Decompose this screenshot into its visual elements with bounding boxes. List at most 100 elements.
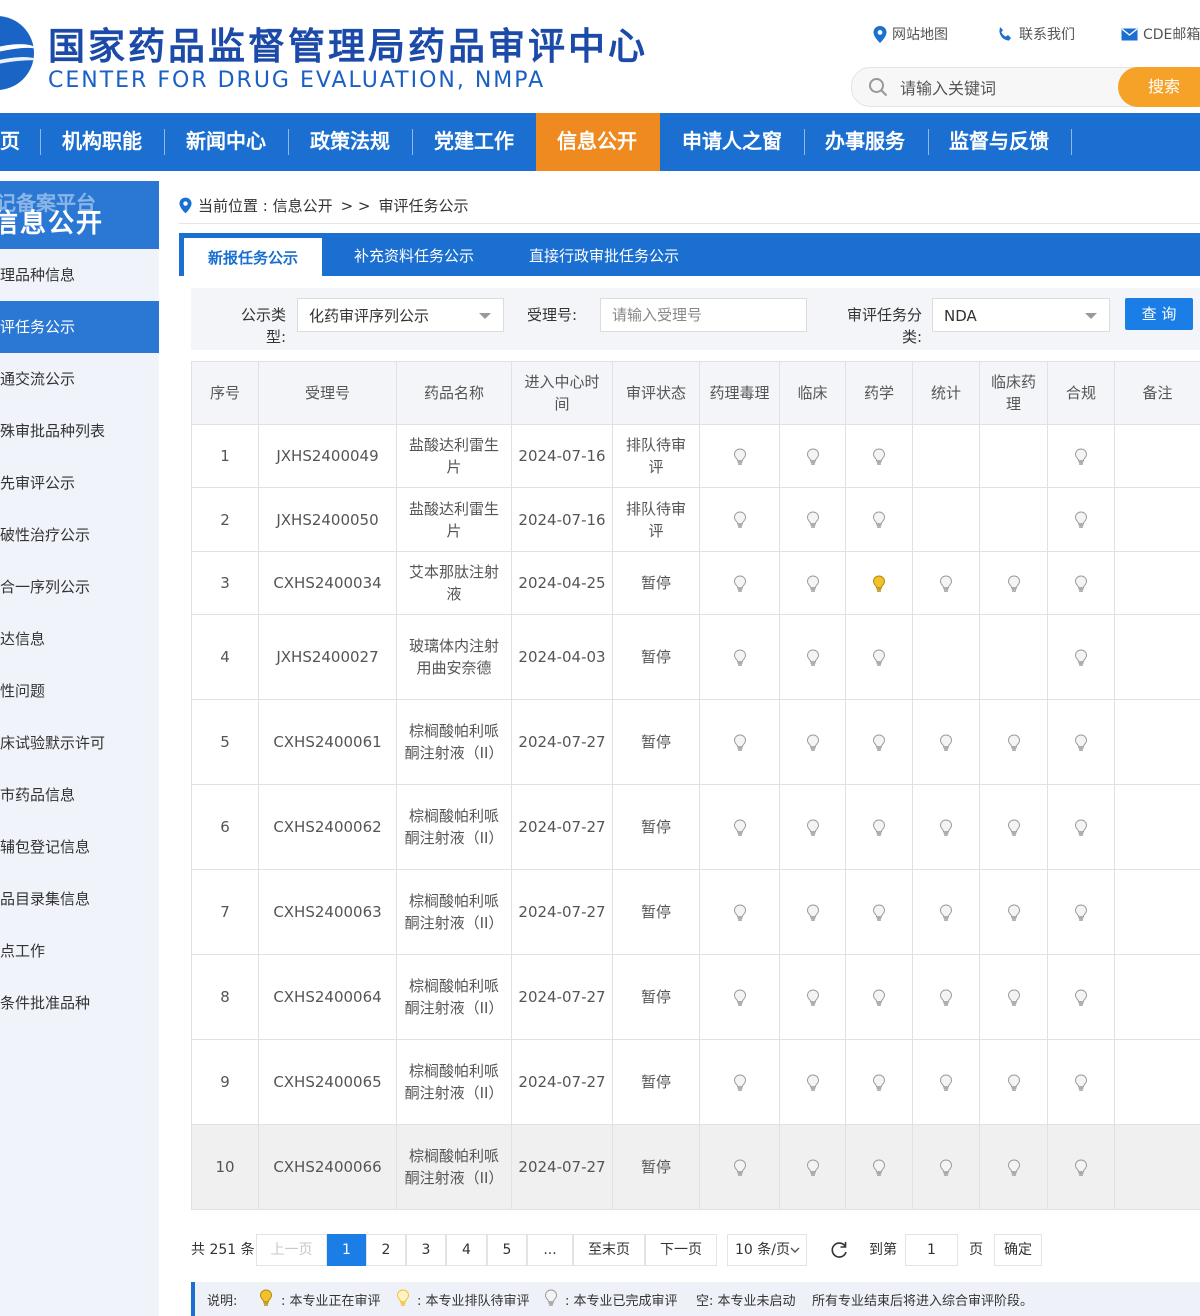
nav-item-home[interactable]: 页 — [0, 113, 20, 171]
refresh-icon[interactable] — [829, 1240, 849, 1260]
sidebar-item[interactable]: 条件批准品种 — [0, 977, 159, 1029]
cell-date: 2024-04-25 — [511, 551, 613, 615]
lamp-off-icon — [806, 733, 820, 751]
cell-date: 2024-07-27 — [511, 954, 613, 1040]
cell-no: 1 — [191, 424, 259, 488]
table-row[interactable]: 7 CXHS2400063 棕榈酸帕利哌酮注射液（II） 2024-07-27 暂停 — [191, 869, 1200, 955]
cell-lamp — [912, 487, 980, 552]
search-input[interactable] — [898, 77, 1122, 99]
lamp-off-icon — [1007, 1073, 1021, 1091]
task-category-select[interactable]: NDA — [932, 298, 1110, 332]
cell-lamp — [699, 954, 780, 1040]
legend-label: 说明: — [207, 1294, 238, 1309]
sidebar-item[interactable]: 通交流公示 — [0, 353, 159, 405]
sidebar-item[interactable]: 殊审批品种列表 — [0, 405, 159, 457]
sidebar-item[interactable]: 破性治疗公示 — [0, 509, 159, 561]
page-button[interactable]: 3 — [406, 1234, 446, 1266]
nav-item-policy[interactable]: 政策法规 — [310, 113, 390, 171]
cell-remark — [1114, 1039, 1200, 1125]
sidebar-item[interactable]: 达信息 — [0, 613, 159, 665]
nav-item-supervision[interactable]: 监督与反馈 — [949, 113, 1049, 171]
page-size-select[interactable]: 10 条/页 — [727, 1234, 807, 1266]
cell-lamp — [979, 487, 1048, 552]
sitemap-link[interactable]: 网站地图 — [873, 24, 948, 44]
legend-note: 所有专业结束后将进入综合审评阶段。 — [812, 1294, 1034, 1309]
cell-id[interactable]: CXHS2400066 — [258, 1124, 397, 1210]
cell-id[interactable]: CXHS2400061 — [258, 699, 397, 785]
cell-id[interactable]: CXHS2400063 — [258, 869, 397, 955]
next-page-button[interactable]: 下一页 — [645, 1234, 717, 1266]
accept-no-input[interactable] — [600, 298, 807, 332]
cell-id[interactable]: CXHS2400034 — [258, 551, 397, 615]
last-page-button[interactable]: 至末页 — [573, 1234, 645, 1266]
sidebar-item[interactable]: 床试验默示许可 — [0, 717, 159, 769]
sidebar-item[interactable]: 合一序列公示 — [0, 561, 159, 613]
sidebar-item[interactable]: 性问题 — [0, 665, 159, 717]
legend-empty: 空: 本专业未启动 — [696, 1294, 796, 1309]
main-nav: 页 机构职能 新闻中心 政策法规 党建工作 信息公开 申请人之窗 办事服务 监督… — [0, 113, 1200, 171]
nav-item-info-public[interactable]: 信息公开 — [536, 113, 660, 171]
page-button[interactable]: 1 — [327, 1234, 366, 1266]
type-select[interactable]: 化药审评序列公示 — [297, 298, 504, 332]
table-row[interactable]: 9 CXHS2400065 棕榈酸帕利哌酮注射液（II） 2024-07-27 暂停 — [191, 1039, 1200, 1125]
sidebar-item[interactable]: 市药品信息 — [0, 769, 159, 821]
sidebar-item[interactable]: 点工作 — [0, 925, 159, 977]
nav-item-party[interactable]: 党建工作 — [434, 113, 514, 171]
contact-link[interactable]: 联系我们 — [997, 24, 1075, 44]
query-button[interactable]: 查 询 — [1125, 298, 1193, 330]
page-button[interactable]: 2 — [366, 1234, 406, 1266]
page-button[interactable]: 5 — [487, 1234, 527, 1266]
page-button[interactable]: 4 — [446, 1234, 487, 1266]
sidebar-item[interactable]: 理品种信息 — [0, 249, 159, 301]
cell-status: 暂停 — [612, 699, 700, 785]
cell-lamp — [979, 699, 1048, 785]
lamp-off-icon — [872, 1158, 886, 1176]
column-header: 进入中心时间 — [511, 361, 613, 425]
cell-id[interactable]: JXHS2400050 — [258, 487, 397, 552]
cde-mail-link[interactable]: CDE邮箱 — [1121, 24, 1200, 44]
sidebar-item[interactable]: 先审评公示 — [0, 457, 159, 509]
table-row[interactable]: 6 CXHS2400062 棕榈酸帕利哌酮注射液（II） 2024-07-27 暂停 — [191, 784, 1200, 870]
table-row[interactable]: 3 CXHS2400034 艾本那肽注射液 2024-04-25 暂停 — [191, 551, 1200, 615]
cell-id[interactable]: CXHS2400062 — [258, 784, 397, 870]
table-row[interactable]: 1 JXHS2400049 盐酸达利雷生片 2024-07-16 排队待审评 — [191, 424, 1200, 488]
table-row[interactable]: 8 CXHS2400064 棕榈酸帕利哌酮注射液（II） 2024-07-27 暂停 — [191, 954, 1200, 1040]
nav-item-services[interactable]: 办事服务 — [825, 113, 905, 171]
cde-logo[interactable] — [0, 16, 34, 90]
lamp-done-icon — [544, 1289, 558, 1307]
cell-remark — [1114, 614, 1200, 700]
lamp-off-icon — [733, 648, 747, 666]
prev-page-button[interactable]: 上一页 — [256, 1234, 327, 1266]
lamp-off-icon — [939, 903, 953, 921]
sidebar-item[interactable]: 评任务公示 — [0, 301, 159, 353]
task-table: 序号 受理号 药品名称 进入中心时间 审评状态 药理毒理 临床 药学 统计 临床药理 合规 备注 1J… — [191, 361, 1200, 1210]
cell-id[interactable]: JXHS2400027 — [258, 614, 397, 700]
cell-lamp — [779, 614, 846, 700]
search-icon — [869, 78, 888, 97]
cell-id[interactable]: CXHS2400065 — [258, 1039, 397, 1125]
lamp-off-icon — [733, 733, 747, 751]
nav-item-news[interactable]: 新闻中心 — [186, 113, 266, 171]
tab-direct-approval-tasks[interactable]: 直接行政审批任务公示 — [529, 233, 679, 276]
cell-id[interactable]: CXHS2400064 — [258, 954, 397, 1040]
table-row[interactable]: 2 JXHS2400050 盐酸达利雷生片 2024-07-16 排队待审评 — [191, 487, 1200, 552]
cell-lamp — [845, 1124, 913, 1210]
goto-confirm-button[interactable]: 确定 — [994, 1234, 1042, 1266]
sidebar-item[interactable]: 品目录集信息 — [0, 873, 159, 925]
breadcrumb-prefix[interactable]: 当前位置 : 信息公开 — [198, 195, 333, 216]
cell-lamp — [1047, 424, 1115, 488]
cell-remark — [1114, 487, 1200, 552]
goto-page-input[interactable] — [905, 1234, 958, 1266]
tab-new-tasks[interactable]: 新报任务公示 — [184, 238, 322, 276]
cell-lamp — [779, 784, 846, 870]
cell-id[interactable]: JXHS2400049 — [258, 424, 397, 488]
table-row[interactable]: 5 CXHS2400061 棕榈酸帕利哌酮注射液（II） 2024-07-27 暂停 — [191, 699, 1200, 785]
nav-item-functions[interactable]: 机构职能 — [62, 113, 142, 171]
table-row[interactable]: 10 CXHS2400066 棕榈酸帕利哌酮注射液（II） 2024-07-27 暂停 — [191, 1124, 1200, 1210]
lamp-off-icon — [1074, 903, 1088, 921]
table-row[interactable]: 4 JXHS2400027 玻璃体内注射用曲安奈德 2024-04-03 暂停 — [191, 614, 1200, 700]
tab-supplement-tasks[interactable]: 补充资料任务公示 — [354, 233, 474, 276]
sidebar-item[interactable]: 辅包登记信息 — [0, 821, 159, 873]
nav-item-applicant[interactable]: 申请人之窗 — [682, 113, 782, 171]
search-button[interactable]: 搜索 — [1118, 67, 1200, 107]
